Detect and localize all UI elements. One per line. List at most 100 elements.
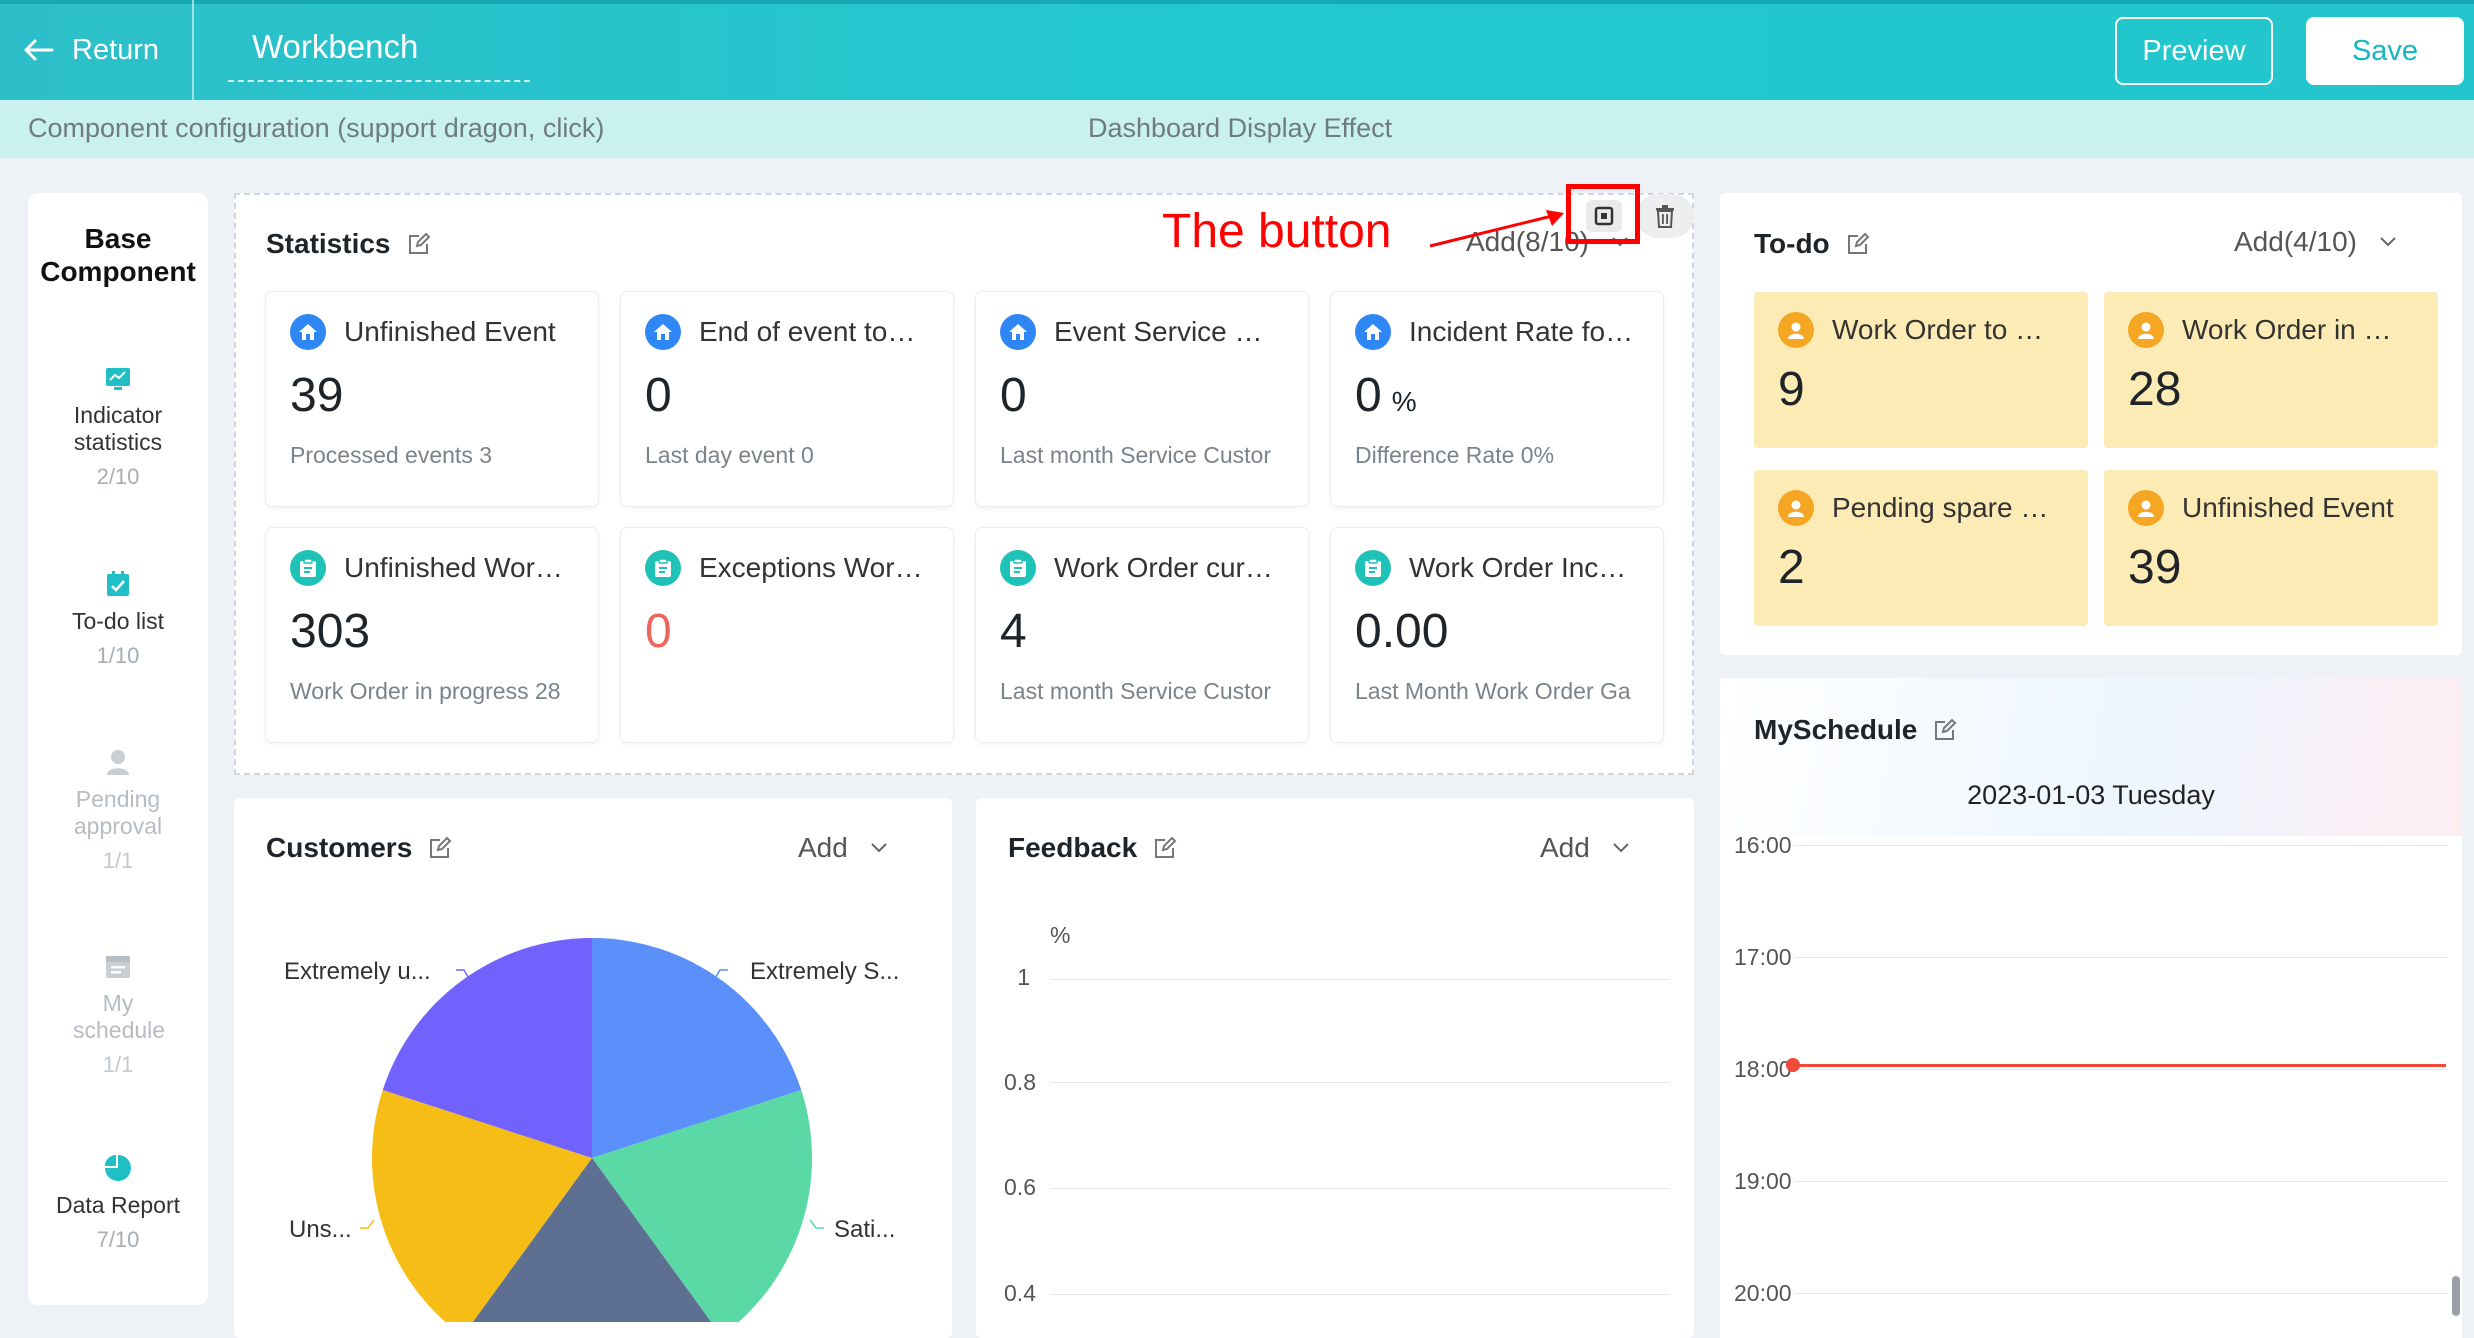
return-label: Return <box>72 33 160 66</box>
calendar-icon <box>106 956 130 978</box>
stat-tile[interactable]: Work Order cur… 4 Last month Service Cus… <box>976 528 1308 742</box>
stat-value: 0 <box>1355 369 1382 422</box>
palette-item-label: Indicator statistics <box>73 402 163 455</box>
stat-value: 0 <box>645 369 672 422</box>
pie-label: Extremely u... <box>284 958 431 985</box>
edit-icon[interactable] <box>1933 718 1957 742</box>
palette-item-pending-approval[interactable]: Pending approval 1/1 <box>28 748 208 874</box>
stat-title: Exceptions Wor… <box>699 552 923 583</box>
stat-footer: Processed events 3 <box>290 442 493 468</box>
stat-value: 39 <box>290 369 344 422</box>
return-button[interactable]: Return <box>22 26 159 74</box>
pie-label: Extremely S... <box>750 958 899 985</box>
stat-tile[interactable]: End of event to… 0 Last day event 0 <box>621 292 953 506</box>
time-gridline <box>1794 1293 2448 1294</box>
stat-title: Unfinished Wor… <box>344 552 563 583</box>
todo-tile[interactable]: Work Order to … 9 <box>1754 292 2088 448</box>
title-underline <box>228 80 530 82</box>
palette-item-count: 1/1 <box>102 848 134 873</box>
customers-add-label: Add <box>798 832 848 863</box>
page-title[interactable]: Workbench <box>252 28 418 66</box>
todo-title-text: To-do <box>1754 228 1830 259</box>
todo-tile[interactable]: Unfinished Event 39 <box>2104 470 2438 626</box>
stat-tile[interactable]: Exceptions Wor… 0 <box>621 528 953 742</box>
stat-footer: Work Order in progress 28 <box>290 678 561 704</box>
time-gridline <box>1794 1069 2448 1070</box>
user-icon <box>1778 312 1814 348</box>
palette-item-count: 7/10 <box>96 1227 140 1252</box>
stat-value: 0 <box>1000 369 1027 422</box>
chevron-down-icon <box>2380 237 2396 247</box>
palette-item-count: 1/1 <box>102 1052 134 1077</box>
stat-title: Work Order Inc… <box>1409 552 1627 583</box>
customers-title: Customers <box>266 832 452 864</box>
chart-icon <box>106 368 130 390</box>
feedback-add-dropdown[interactable]: Add <box>1540 832 1630 864</box>
feedback-add-label: Add <box>1540 832 1590 863</box>
todo-tile[interactable]: Pending spare … 2 <box>1754 470 2088 626</box>
todo-tile-title: Work Order to … <box>1832 314 2044 345</box>
time-label: 20:00 <box>1734 1280 1792 1306</box>
schedule-date: 2023-01-03 Tuesday <box>1967 780 2215 810</box>
stat-value: 0 <box>645 605 672 658</box>
pie-leader-line <box>360 1219 375 1229</box>
y-tick-label: 0.4 <box>1004 1280 1036 1306</box>
palette-item-my-schedule[interactable]: My schedule 1/1 <box>28 952 208 1078</box>
stat-value: 0.00 <box>1355 605 1449 658</box>
palette-title: Base Component <box>40 223 196 287</box>
stat-tile[interactable]: Unfinished Event 39 Processed events 3 <box>266 292 598 506</box>
todo-title: To-do <box>1754 228 1870 260</box>
palette-item-count: 2/10 <box>96 464 140 489</box>
pie-leader-line <box>809 1219 824 1229</box>
edit-icon[interactable] <box>428 836 452 860</box>
user-icon <box>1778 490 1814 526</box>
current-time-line <box>1792 1064 2446 1067</box>
palette-item-label: To-do list <box>71 608 165 634</box>
todo-tile-title: Work Order in … <box>2182 314 2392 345</box>
edit-icon[interactable] <box>407 232 431 256</box>
stat-tile[interactable]: Work Order Inc… 0.00 Last Month Work Ord… <box>1331 528 1663 742</box>
palette-item-todo-list[interactable]: To-do list 1/10 <box>28 570 208 669</box>
schedule-scrollbar[interactable] <box>2452 1276 2460 1316</box>
gridline <box>1050 1188 1670 1189</box>
feedback-title-text: Feedback <box>1008 832 1138 863</box>
delete-button[interactable] <box>1636 194 1694 238</box>
gridline <box>1050 1294 1670 1295</box>
palette-item-indicator-statistics[interactable]: Indicator statistics 2/10 <box>28 366 208 490</box>
annotation-label: The button <box>1162 205 1392 258</box>
time-gridline <box>1794 1181 2448 1182</box>
stat-title: End of event to… <box>699 316 916 347</box>
customers-pie-chart: Extremely u... Extremely S... Uns... Sat… <box>284 938 899 1322</box>
statistics-title-text: Statistics <box>266 228 391 259</box>
feedback-card[interactable] <box>976 798 1694 1338</box>
todo-tile-value: 28 <box>2128 363 2182 416</box>
home-icon <box>645 314 681 350</box>
stat-value: 4 <box>1000 605 1027 658</box>
customers-add-dropdown[interactable]: Add <box>798 832 888 864</box>
annotation-arrow <box>1429 210 1564 248</box>
todo-tile[interactable]: Work Order in … 28 <box>2104 292 2438 448</box>
palette-item-label: Pending approval <box>73 786 163 839</box>
customers-title-text: Customers <box>266 832 413 863</box>
preview-button[interactable]: Preview <box>2115 17 2273 85</box>
stat-tile[interactable]: Event Service … 0 Last month Service Cus… <box>976 292 1308 506</box>
time-label: 19:00 <box>1734 1168 1792 1194</box>
time-gridline <box>1794 845 2448 846</box>
stat-title: Work Order cur… <box>1054 552 1273 583</box>
y-tick-label: 0.8 <box>1004 1069 1036 1095</box>
stat-title: Event Service … <box>1054 316 1263 347</box>
user-icon <box>2128 490 2164 526</box>
todo-add-dropdown[interactable]: Add(4/10) <box>2234 226 2397 258</box>
home-icon <box>1355 314 1391 350</box>
home-icon <box>1000 314 1036 350</box>
edit-icon[interactable] <box>1153 836 1177 860</box>
stat-footer: Last Month Work Order Ga <box>1355 678 1631 704</box>
save-button[interactable]: Save <box>2306 17 2464 85</box>
stat-tile[interactable]: Incident Rate fo… 0% Difference Rate 0% <box>1331 292 1663 506</box>
stat-tile[interactable]: Unfinished Wor… 303 Work Order in progre… <box>266 528 598 742</box>
stat-footer: Difference Rate 0% <box>1355 442 1555 468</box>
palette-item-data-report[interactable]: Data Report 7/10 <box>28 1154 208 1253</box>
edit-icon[interactable] <box>1846 232 1870 256</box>
feedback-title: Feedback <box>1008 832 1177 864</box>
clipboard-icon <box>1355 550 1391 586</box>
